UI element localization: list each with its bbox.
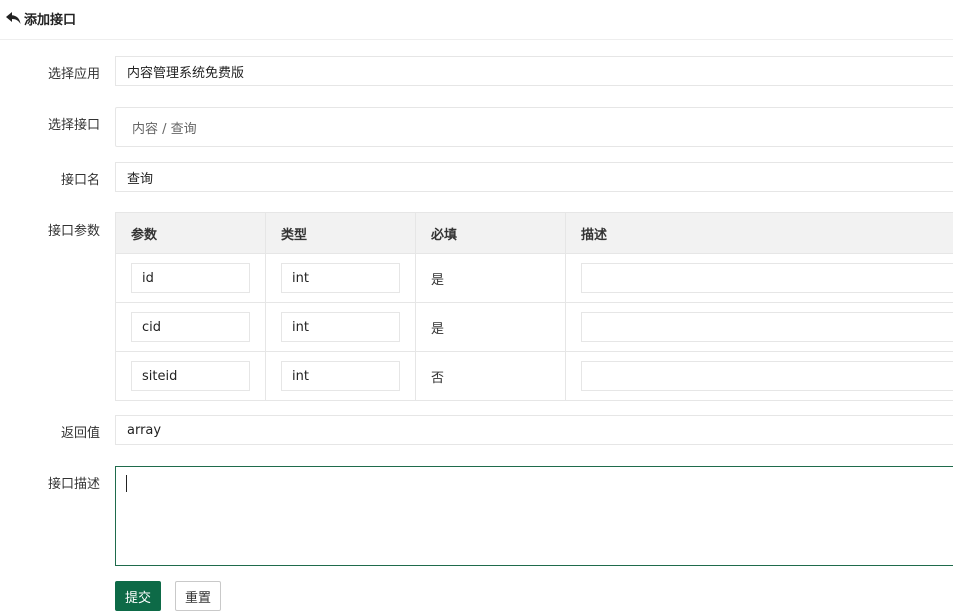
param-name-input[interactable]: cid	[131, 312, 250, 342]
param-desc-input[interactable]	[581, 361, 953, 391]
page-title[interactable]: 添加接口	[24, 9, 76, 28]
params-label: 接口参数	[47, 224, 100, 239]
reset-button[interactable]: 重置	[175, 581, 221, 611]
param-name-cell: cid	[115, 302, 266, 352]
api-select-label: 选择接口	[47, 118, 100, 133]
param-desc-cell	[565, 351, 953, 401]
app-label: 选择应用	[47, 67, 100, 82]
param-type-cell: int	[265, 351, 416, 401]
param-required-cell: 是	[415, 302, 566, 352]
page-header: 添加接口	[0, 0, 953, 40]
table-header-row: 参数 类型 必填 描述	[115, 212, 953, 254]
column-header-description: 描述	[565, 212, 953, 254]
reply-arrow-icon[interactable]	[6, 12, 21, 25]
back-link[interactable]: 添加接口	[6, 9, 76, 28]
param-type-cell: int	[265, 302, 416, 352]
table-row: siteid int 否	[115, 351, 953, 401]
api-select[interactable]: 内容 / 查询	[115, 107, 953, 147]
app-select[interactable]: 内容管理系统免费版	[115, 56, 953, 86]
param-required-cell: 否	[415, 351, 566, 401]
table-row: id int 是	[115, 253, 953, 303]
param-name-cell: id	[115, 253, 266, 303]
text-cursor	[126, 475, 127, 492]
description-label: 接口描述	[47, 477, 100, 492]
return-value-label: 返回值	[60, 426, 100, 441]
api-name-label: 接口名	[60, 173, 100, 188]
table-row: cid int 是	[115, 302, 953, 352]
param-name-input[interactable]: siteid	[131, 361, 250, 391]
param-desc-input[interactable]	[581, 312, 953, 342]
param-desc-cell	[565, 253, 953, 303]
param-name-input[interactable]: id	[131, 263, 250, 293]
api-name-input[interactable]: 查询	[115, 162, 953, 192]
return-value-input[interactable]: array	[115, 415, 953, 445]
param-required-cell: 是	[415, 253, 566, 303]
param-type-input[interactable]: int	[281, 312, 400, 342]
submit-button[interactable]: 提交	[115, 581, 161, 611]
params-table: 参数 类型 必填 描述 id int 是 cid int 是 siteid in…	[115, 212, 953, 401]
column-header-type: 类型	[265, 212, 416, 254]
param-type-input[interactable]: int	[281, 361, 400, 391]
column-header-required: 必填	[415, 212, 566, 254]
param-desc-input[interactable]	[581, 263, 953, 293]
param-desc-cell	[565, 302, 953, 352]
param-type-cell: int	[265, 253, 416, 303]
param-type-input[interactable]: int	[281, 263, 400, 293]
description-textarea[interactable]	[115, 466, 953, 566]
column-header-param: 参数	[115, 212, 266, 254]
param-name-cell: siteid	[115, 351, 266, 401]
